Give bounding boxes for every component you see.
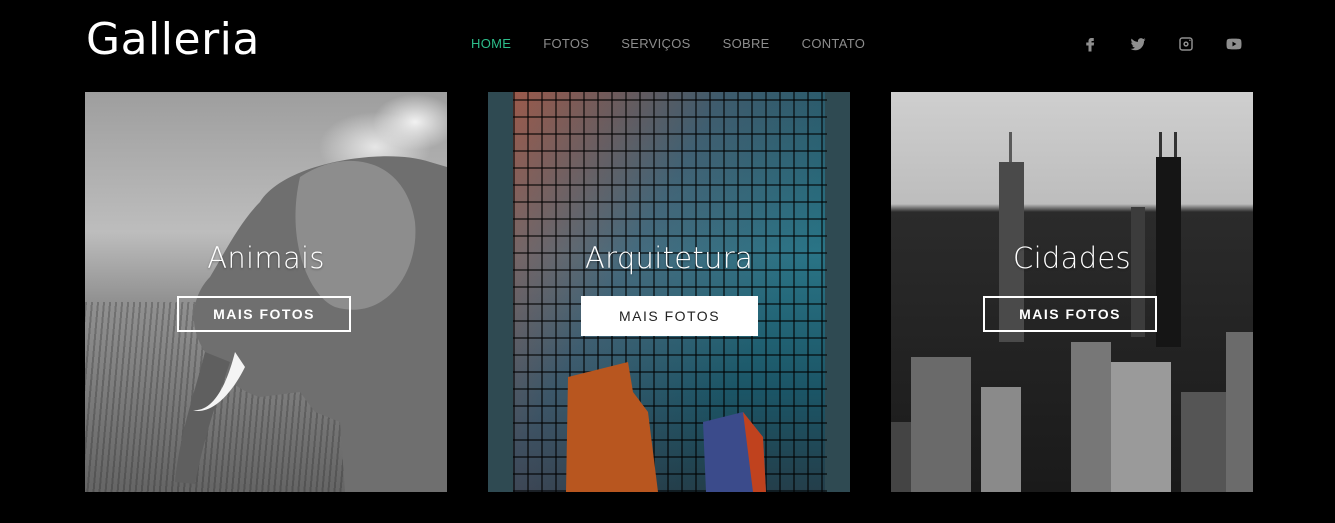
twitter-icon[interactable]	[1126, 32, 1150, 56]
nav-servicos[interactable]: SERVIÇOS	[621, 36, 690, 51]
city-skyline-photo	[891, 92, 1253, 492]
gallery-cards: Animais MAIS FOTOS Arquitetura MAIS FOTO…	[85, 92, 1253, 492]
card-title: Arquitetura	[584, 241, 754, 275]
elephant-photo	[85, 92, 447, 492]
main-nav: HOME FOTOS SERVIÇOS SOBRE CONTATO	[471, 36, 865, 51]
header: Galleria HOME FOTOS SERVIÇOS SOBRE CONTA…	[0, 0, 1335, 92]
card-title: Cidades	[1013, 241, 1131, 275]
card-title: Animais	[207, 241, 325, 275]
site-logo[interactable]: Galleria	[86, 12, 260, 68]
glass-building-photo	[488, 92, 850, 492]
youtube-icon[interactable]	[1222, 32, 1246, 56]
more-photos-button[interactable]: MAIS FOTOS	[983, 296, 1157, 332]
card-cidades[interactable]: Cidades MAIS FOTOS	[891, 92, 1253, 492]
nav-fotos[interactable]: FOTOS	[543, 36, 589, 51]
facebook-icon[interactable]	[1078, 32, 1102, 56]
card-arquitetura[interactable]: Arquitetura MAIS FOTOS	[488, 92, 850, 492]
nav-contato[interactable]: CONTATO	[802, 36, 866, 51]
nav-home[interactable]: HOME	[471, 36, 511, 51]
social-links	[1078, 32, 1246, 56]
card-animais[interactable]: Animais MAIS FOTOS	[85, 92, 447, 492]
nav-sobre[interactable]: SOBRE	[723, 36, 770, 51]
more-photos-button[interactable]: MAIS FOTOS	[581, 296, 758, 336]
more-photos-button[interactable]: MAIS FOTOS	[177, 296, 351, 332]
instagram-icon[interactable]	[1174, 32, 1198, 56]
